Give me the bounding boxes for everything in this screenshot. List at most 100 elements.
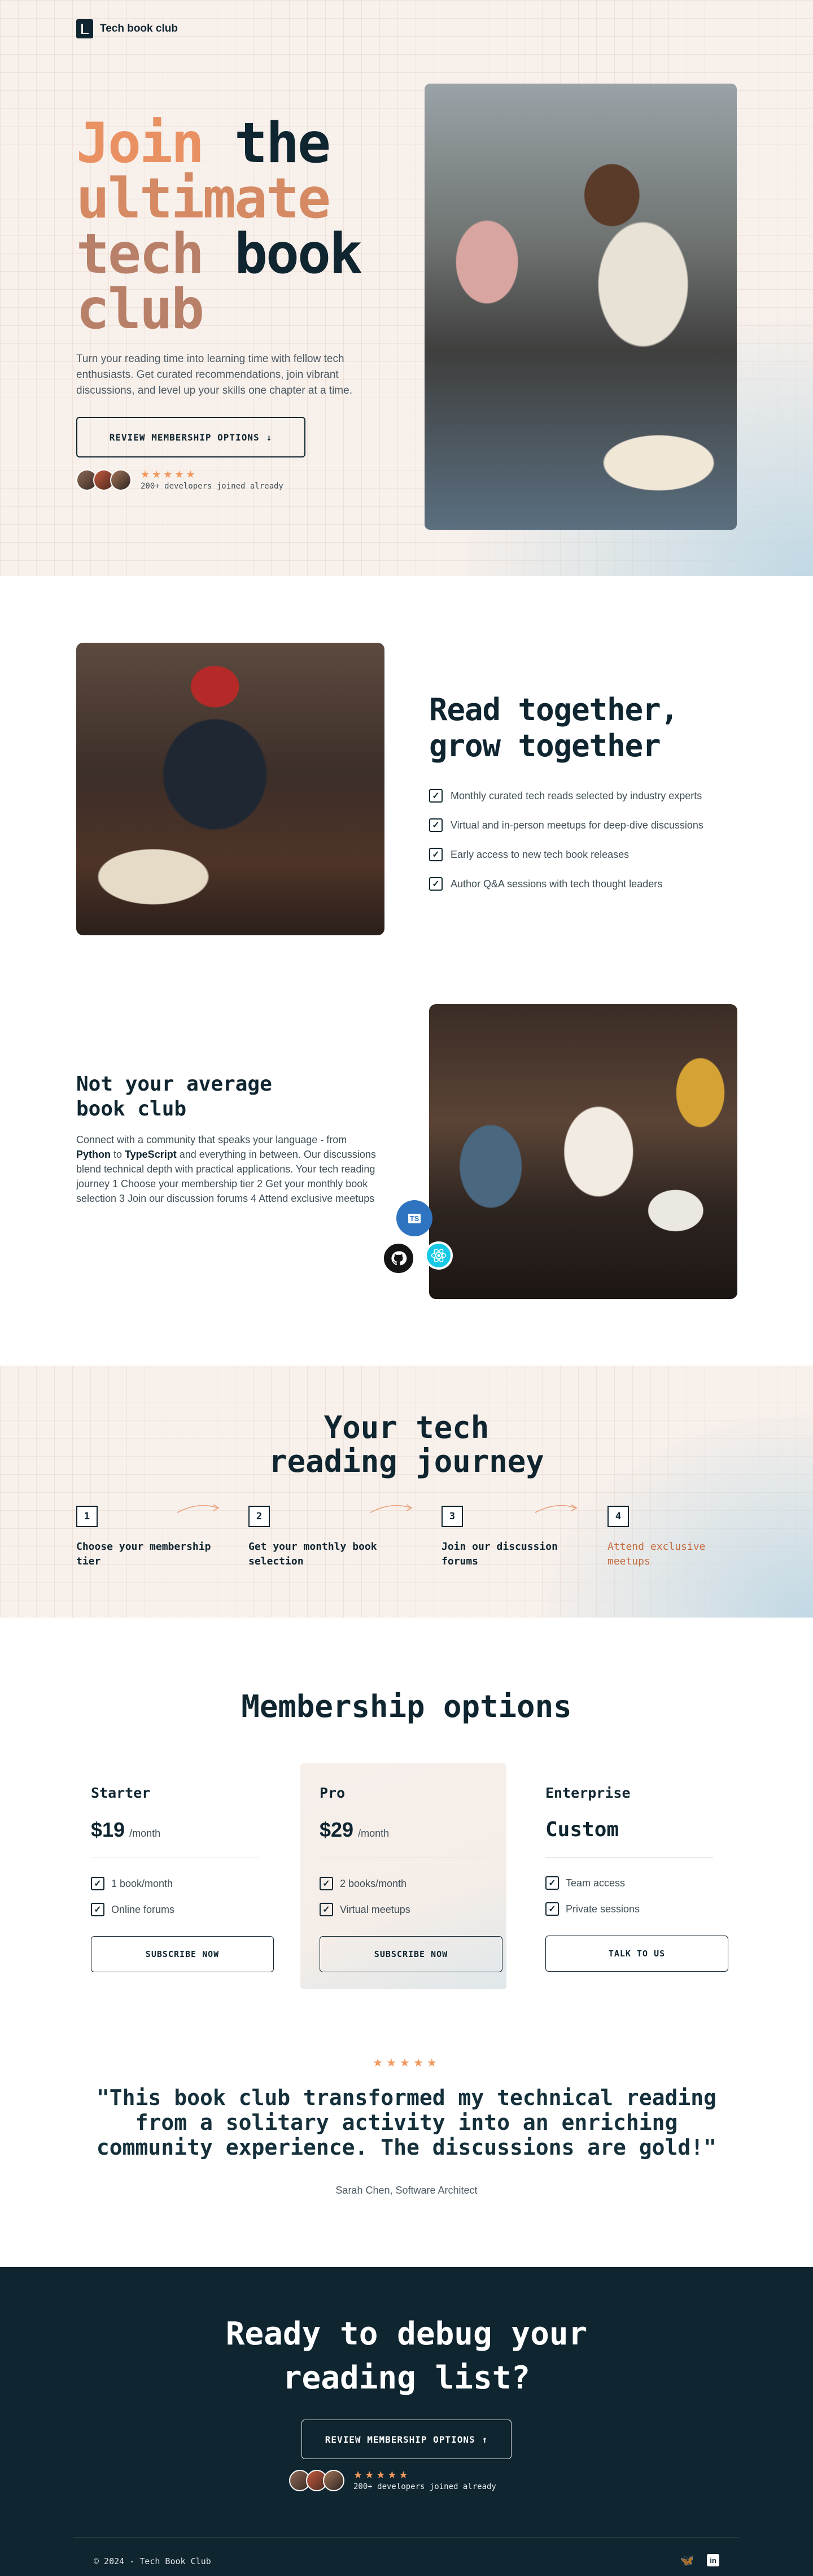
subscribe-starter-button[interactable]: SUBSCRIBE NOW [91,1936,274,1972]
testimonial-author: Sarah Chen, Software Architect [335,2185,478,2196]
linkedin-icon[interactable]: in [707,2554,719,2566]
community-photo [429,1004,737,1299]
avatar [110,469,132,491]
step-number: 1 [76,1506,98,1527]
plan-price: $29/month [320,1818,487,1858]
plan-feature-text: Online forums [111,1903,175,1915]
talk-to-us-button[interactable]: TALK TO US [545,1936,728,1972]
plan-name: Pro [320,1785,346,1801]
typescript-icon: TS [396,1200,432,1236]
feature-item: ✓ Author Q&A sessions with tech thought l… [429,869,703,899]
plan-feature: ✓ Online forums [91,1897,259,1923]
hero-title-word: ultimate [76,167,331,231]
check-icon: ✓ [429,877,443,891]
community-text: Connect with a community that speaks you… [76,1132,384,1206]
check-icon: ✓ [91,1877,104,1890]
features-list: ✓ Monthly curated tech reads selected by … [429,781,703,899]
journey-section: Your tech reading journey 1 Choose your … [0,1366,813,1618]
plan-features: ✓ Team access ✓ Private sessions [545,1870,713,1922]
plan-feature-text: Private sessions [566,1903,640,1915]
plan-name: Enterprise [545,1785,631,1801]
check-icon: ✓ [545,1876,559,1890]
react-icon [425,1241,453,1270]
feature-text: Virtual and in-person meetups for deep-d… [451,819,703,831]
plan-feature: ✓ 1 book/month [91,1871,259,1897]
feature-text: Early access to new tech book releases [451,848,630,860]
step-number: 2 [248,1506,270,1527]
hero-section: Tech book club Join the ultimate tech bo… [0,0,813,576]
check-icon: ✓ [320,1877,333,1890]
brand-name[interactable]: Tech book club [100,23,178,35]
step-label: Get your monthly book selection [248,1541,377,1567]
feature-item: ✓ Monthly curated tech reads selected by … [429,781,703,810]
journey-step: 4 Attend exclusive meetups [607,1506,743,1569]
review-membership-button[interactable]: REVIEW MEMBERSHIP OPTIONS ↓ [76,417,305,457]
typescript-label: TS [408,1213,421,1223]
subscribe-pro-button[interactable]: SUBSCRIBE NOW [320,1936,502,1972]
reading-group-photo [76,643,384,935]
plan-feature-text: 1 book/month [111,1877,173,1889]
check-icon: ✓ [429,789,443,803]
book-logo-icon[interactable] [76,19,93,38]
hero-subtitle: Turn your reading time into learning tim… [76,353,352,396]
cta-title: Ready to debug your reading list? [0,2312,813,2400]
plan-price: $19/month [91,1818,259,1858]
features-title-line: grow together [429,728,661,764]
membership-title: Membership options [241,1689,572,1724]
feature-text: Author Q&A sessions with tech thought le… [451,878,663,890]
arrow-right-icon [177,1504,220,1513]
testimonial-quote: "This book club transformed my technical… [96,2085,717,2160]
testimonial-stars: ★★★★★ [373,2057,440,2069]
plan-feature: ✓ Virtual meetups [320,1897,487,1923]
check-icon: ✓ [429,818,443,832]
community-title: Not your average book club [76,1072,272,1122]
plan-feature-text: Team access [566,1877,626,1889]
plan-card-pro: Pro $29/month ✓ 2 books/month ✓ Virtual me… [300,1763,506,1989]
hero-title: Join the ultimate tech book club [76,116,362,337]
community-title-line: Not your average [76,1073,272,1096]
plan-features: ✓ 1 book/month ✓ Online forums [91,1871,259,1923]
price-period: /month [358,1828,390,1839]
hero-title-word: book [234,222,362,286]
hero-title-word: the [234,111,331,176]
top-nav: Tech book club [76,19,178,38]
arrow-down-icon: ↓ [266,431,273,443]
step-label: Join our discussion forums [442,1541,558,1567]
feature-text: Monthly curated tech reads selected by i… [451,790,702,801]
cta-footer: Ready to debug your reading list? REVIEW… [0,2267,813,2576]
bluesky-icon[interactable]: 🦋 [680,2554,694,2567]
check-icon: ✓ [320,1903,333,1916]
step-label: Attend exclusive meetups [607,1541,706,1567]
python-highlight: Python [76,1149,111,1160]
footer-divider [73,2537,740,2538]
journey-title-line: Your tech [324,1410,489,1445]
price-amount: $19 [91,1818,125,1841]
arrow-right-icon [370,1504,413,1513]
joined-count: 200+ developers joined already [353,2482,496,2491]
journey-title: Your tech reading journey [0,1411,813,1479]
community-text-part: to [111,1149,125,1160]
hero-title-word: club [76,277,204,342]
price-amount: Custom [545,1818,619,1841]
hero-title-word: Join [76,111,204,176]
plan-feature-text: Virtual meetups [340,1903,410,1915]
hero-title-word: tech [76,222,204,286]
arrow-up-icon: ↑ [482,2434,488,2445]
plan-name: Starter [91,1785,151,1801]
rating-stars: ★★★★★ [353,2469,410,2481]
review-membership-label: REVIEW MEMBERSHIP OPTIONS [109,431,260,443]
cta-title-line: Ready to debug your [225,2316,588,2352]
cta-button-label: REVIEW MEMBERSHIP OPTIONS [325,2434,475,2445]
avatar [323,2469,344,2491]
feature-item: ✓ Virtual and in-person meetups for deep-… [429,810,703,840]
hero-photo [425,84,737,530]
typescript-highlight: TypeScript [125,1149,177,1160]
plan-feature-text: 2 books/month [340,1877,407,1889]
check-icon: ✓ [545,1902,559,1916]
avatar-group [76,469,132,491]
social-links: 🦋 in [680,2554,719,2567]
cta-title-line: reading list? [282,2360,531,2396]
community-text-part: Connect with a community that speaks you… [76,1134,347,1145]
review-membership-cta-button[interactable]: REVIEW MEMBERSHIP OPTIONS ↑ [301,2420,512,2459]
journey-title-line: reading journey [269,1444,544,1479]
